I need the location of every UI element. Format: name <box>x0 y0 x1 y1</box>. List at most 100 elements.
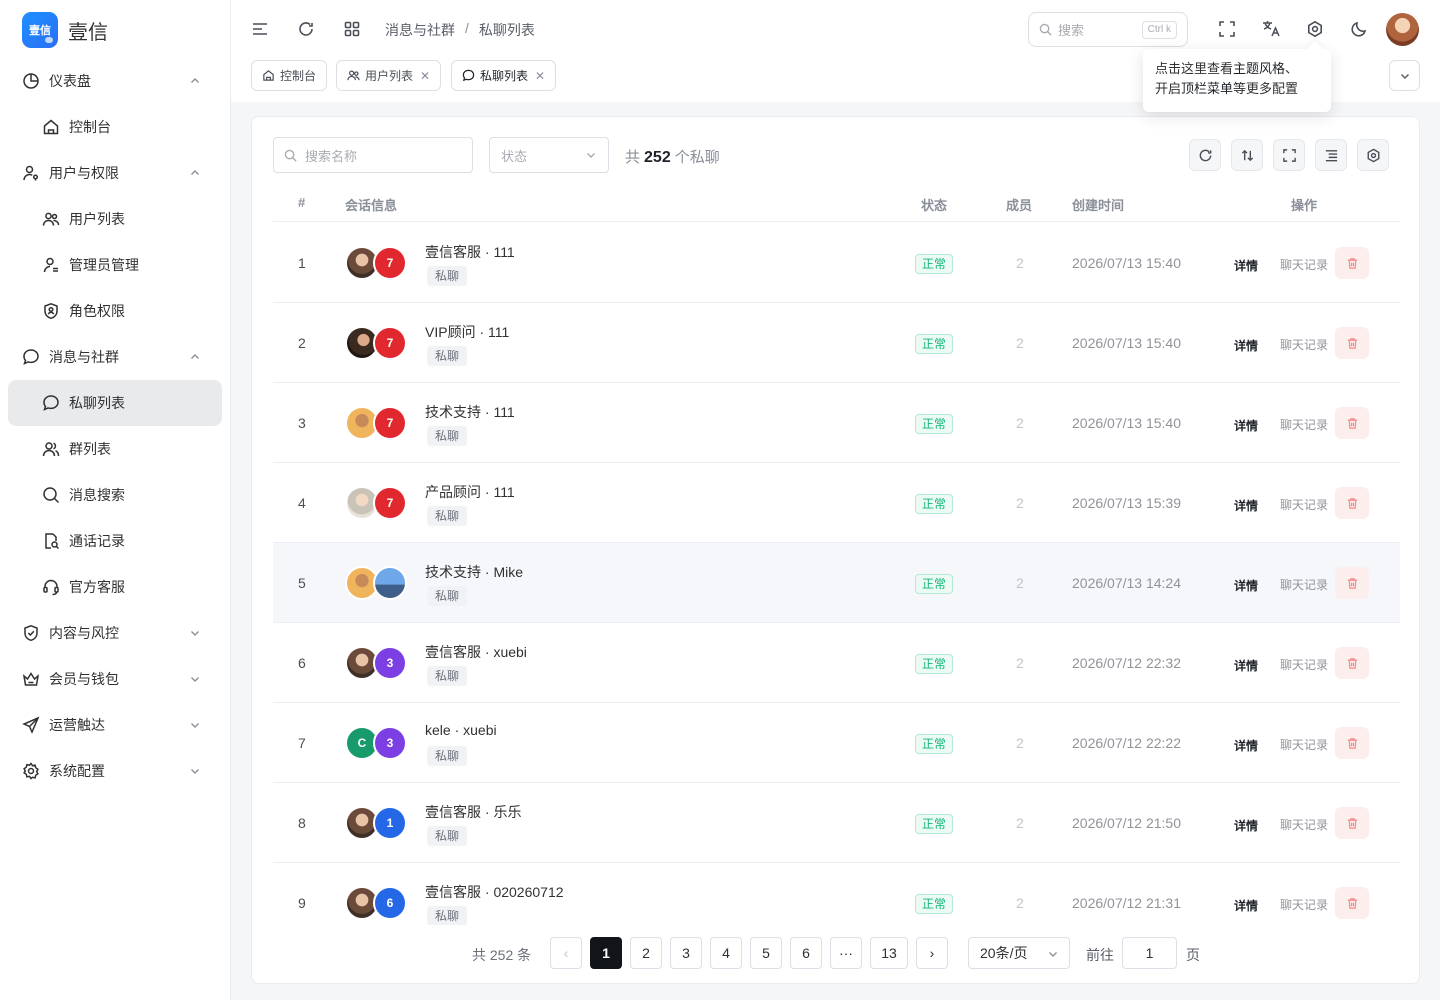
sidebar-item[interactable]: 控制台 <box>8 104 222 150</box>
sidebar-item[interactable]: 管理员管理 <box>8 242 222 288</box>
sidebar-item[interactable]: 私聊列表 <box>8 380 222 426</box>
total-count-text: 共 252 个私聊 <box>625 146 720 167</box>
chat-history-link[interactable]: 聊天记录 <box>1280 576 1328 593</box>
search-icon <box>284 149 297 162</box>
delete-button[interactable] <box>1335 807 1369 839</box>
page-size-select[interactable]: 20条/页 <box>968 937 1070 969</box>
sidebar-item[interactable]: 通话记录 <box>8 518 222 564</box>
sidebar-item[interactable]: 群列表 <box>8 426 222 472</box>
goto-label: 前往 <box>1086 947 1114 963</box>
page-button[interactable]: 6 <box>790 937 822 969</box>
chat-icon <box>22 348 40 366</box>
chat-history-link[interactable]: 聊天记录 <box>1280 496 1328 513</box>
detail-link[interactable]: 详情 <box>1234 737 1258 754</box>
tab-private-chats[interactable]: 私聊列表 ✕ <box>451 60 557 91</box>
delete-button[interactable] <box>1335 727 1369 759</box>
sort-button[interactable] <box>1231 139 1263 171</box>
apps-grid-icon[interactable] <box>341 18 363 40</box>
goto-unit: 页 <box>1186 947 1200 963</box>
status-select[interactable]: 状态 <box>489 137 609 173</box>
page-button[interactable]: 5 <box>750 937 782 969</box>
refresh-icon[interactable] <box>295 18 317 40</box>
detail-link[interactable]: 详情 <box>1234 417 1258 434</box>
chat-history-link[interactable]: 聊天记录 <box>1280 656 1328 673</box>
fullscreen-icon <box>1282 148 1296 162</box>
detail-link[interactable]: 详情 <box>1234 337 1258 354</box>
sidebar-item[interactable]: 消息与社群 <box>8 334 222 380</box>
crown-icon <box>22 670 40 688</box>
page-button[interactable]: 13 <box>870 937 908 969</box>
chat-history-link[interactable]: 聊天记录 <box>1280 736 1328 753</box>
tooltip-text: 等更多配置 <box>1233 81 1299 96</box>
table-fullscreen-button[interactable] <box>1273 139 1305 171</box>
page-button[interactable]: 2 <box>630 937 662 969</box>
prev-page-button[interactable]: ‹ <box>550 937 582 969</box>
close-icon[interactable]: ✕ <box>420 69 430 83</box>
sidebar-item[interactable]: 系统配置 <box>8 748 222 794</box>
member-count: 2 <box>1016 895 1024 911</box>
fullscreen-icon[interactable] <box>1216 18 1238 40</box>
dark-mode-icon[interactable] <box>1348 18 1370 40</box>
chat-history-link[interactable]: 聊天记录 <box>1280 896 1328 913</box>
conversation-name: 技术支持 · Mike <box>425 564 523 580</box>
delete-button[interactable] <box>1335 887 1369 919</box>
col-status: 状态 <box>921 198 948 213</box>
sidebar-item[interactable]: 内容与风控 <box>8 610 222 656</box>
page-button[interactable]: 3 <box>670 937 702 969</box>
delete-button[interactable] <box>1335 647 1369 679</box>
breadcrumb: 消息与社群 / 私聊列表 <box>385 20 535 40</box>
tab-dashboard[interactable]: 控制台 <box>251 60 328 91</box>
table-refresh-button[interactable] <box>1189 139 1221 171</box>
detail-link[interactable]: 详情 <box>1234 817 1258 834</box>
detail-link[interactable]: 详情 <box>1234 577 1258 594</box>
translate-icon[interactable] <box>1260 18 1282 40</box>
private-chat-card: 搜索名称 状态 共 252 个私聊 # 会话信息 状态 成员 创建时间 操作 17壹… <box>251 116 1420 984</box>
tab-user-list[interactable]: 用户列表 ✕ <box>336 60 442 91</box>
sidebar-item-label: 会员与钱包 <box>49 671 119 687</box>
sidebar-item[interactable]: 消息搜索 <box>8 472 222 518</box>
global-search-input[interactable]: 搜索 Ctrl k <box>1028 12 1188 47</box>
col-members: 成员 <box>1006 198 1033 213</box>
column-settings-button[interactable] <box>1357 139 1389 171</box>
page-button[interactable]: 4 <box>710 937 742 969</box>
sidebar-item[interactable]: 官方客服 <box>8 564 222 610</box>
detail-link[interactable]: 详情 <box>1234 897 1258 914</box>
sidebar-item[interactable]: 会员与钱包 <box>8 656 222 702</box>
sidebar-item[interactable]: 运营触达 <box>8 702 222 748</box>
sidebar-item[interactable]: 用户与权限 <box>8 150 222 196</box>
delete-button[interactable] <box>1335 487 1369 519</box>
conversation-type-tag: 私聊 <box>427 586 468 606</box>
name-search-input[interactable]: 搜索名称 <box>273 137 473 173</box>
user-avatar[interactable] <box>1386 13 1419 46</box>
density-button[interactable] <box>1315 139 1347 171</box>
delete-button[interactable] <box>1335 327 1369 359</box>
tabs-dropdown-button[interactable] <box>1389 60 1420 91</box>
close-icon[interactable]: ✕ <box>535 69 545 83</box>
breadcrumb-item[interactable]: 消息与社群 <box>385 20 455 40</box>
detail-link[interactable]: 详情 <box>1234 497 1258 514</box>
settings-hex-icon[interactable] <box>1304 18 1326 40</box>
detail-link[interactable]: 详情 <box>1234 657 1258 674</box>
page-button[interactable]: 1 <box>590 937 622 969</box>
goto-page-input[interactable] <box>1122 937 1177 969</box>
brand[interactable]: 壹信 壹信 <box>22 12 108 48</box>
menu-toggle-icon[interactable] <box>249 18 271 40</box>
member-count: 2 <box>1016 335 1024 351</box>
sidebar-item[interactable]: 仪表盘 <box>8 58 222 104</box>
group-icon <box>42 440 60 458</box>
sidebar-item[interactable]: 用户列表 <box>8 196 222 242</box>
call-log-icon <box>42 532 60 550</box>
delete-button[interactable] <box>1335 567 1369 599</box>
trash-icon <box>1347 897 1357 909</box>
trash-icon <box>1347 817 1357 829</box>
chat-history-link[interactable]: 聊天记录 <box>1280 336 1328 353</box>
chat-history-link[interactable]: 聊天记录 <box>1280 416 1328 433</box>
chat-history-link[interactable]: 聊天记录 <box>1280 256 1328 273</box>
pagination-ellipsis[interactable]: ··· <box>830 937 862 969</box>
delete-button[interactable] <box>1335 407 1369 439</box>
next-page-button[interactable]: › <box>916 937 948 969</box>
delete-button[interactable] <box>1335 247 1369 279</box>
chat-history-link[interactable]: 聊天记录 <box>1280 816 1328 833</box>
detail-link[interactable]: 详情 <box>1234 257 1258 274</box>
sidebar-item[interactable]: 角色权限 <box>8 288 222 334</box>
